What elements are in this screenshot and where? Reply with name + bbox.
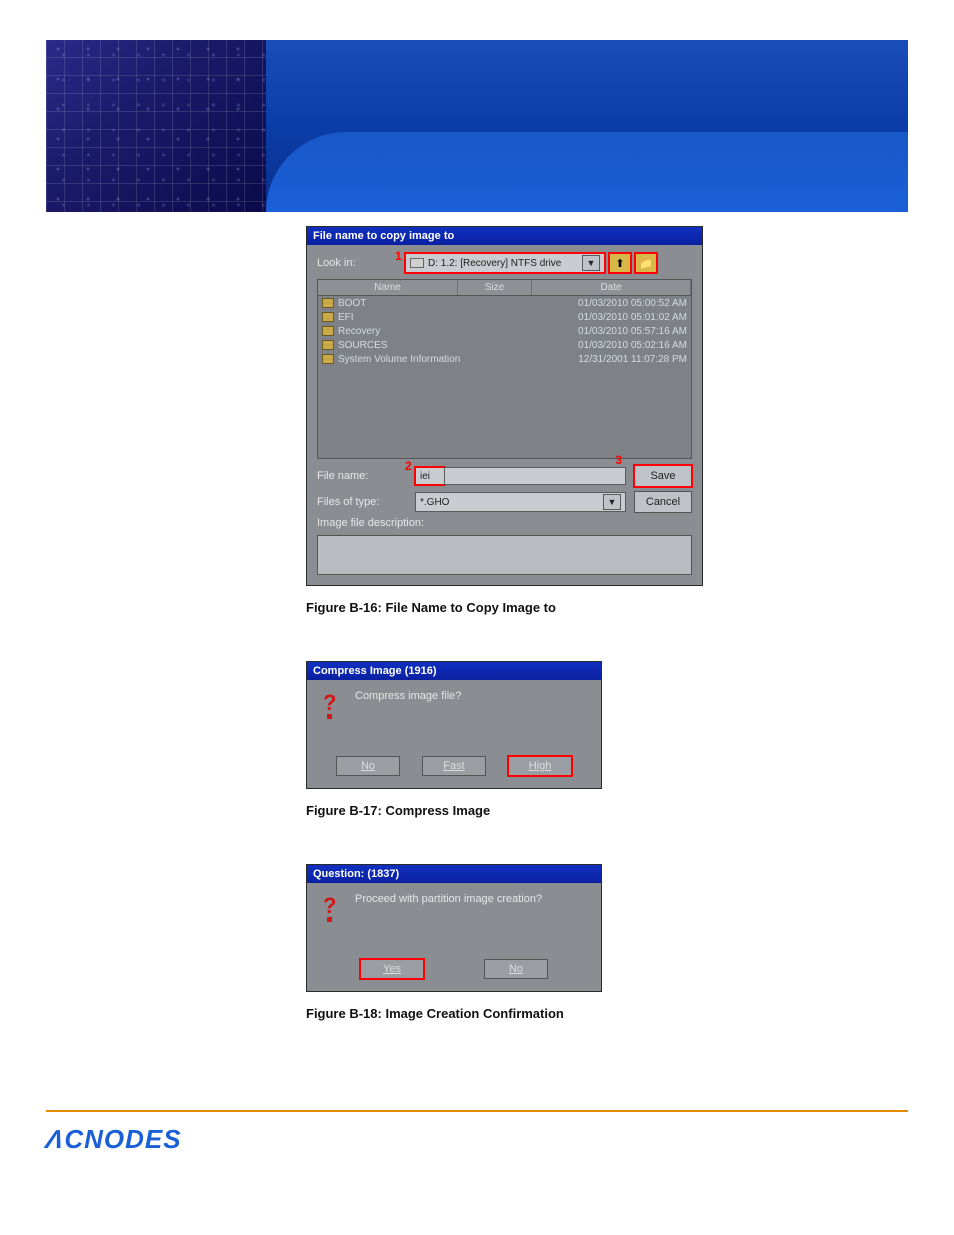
dialog-message: Proceed with partition image creation?	[355, 893, 542, 905]
col-date[interactable]: Date	[532, 280, 691, 295]
up-arrow-icon: ⬆	[615, 257, 624, 270]
col-name[interactable]: Name	[318, 280, 458, 295]
high-button[interactable]: High	[508, 756, 572, 776]
list-item[interactable]: BOOT01/03/2010 05:00:52 AM	[318, 296, 691, 310]
up-folder-button[interactable]: ⬆	[609, 253, 631, 273]
question-dialog: Question: (1837) ? Proceed with partitio…	[306, 864, 602, 992]
list-item[interactable]: SOURCES01/03/2010 05:02:16 AM	[318, 338, 691, 352]
list-item[interactable]: EFI01/03/2010 05:01:02 AM	[318, 310, 691, 324]
dropdown-arrow-icon[interactable]: ▼	[603, 494, 621, 510]
files-of-type-label: Files of type:	[317, 496, 415, 508]
brand-text: CNODES	[64, 1124, 181, 1155]
no-button[interactable]: No	[336, 756, 400, 776]
file-name-input[interactable]: iei	[415, 467, 445, 485]
files-of-type-dropdown[interactable]: *.GHO ▼	[415, 492, 626, 512]
callout-2: 2	[405, 459, 412, 473]
footer-divider	[46, 1110, 908, 1112]
look-in-label: Look in:	[317, 257, 405, 269]
callout-1: 1	[395, 249, 402, 263]
svg-text:?: ?	[323, 690, 336, 715]
folder-icon	[322, 354, 334, 364]
page-footer: ΛCNODES	[46, 1110, 908, 1155]
list-item[interactable]: System Volume Information12/31/2001 11:0…	[318, 352, 691, 366]
folder-icon	[322, 298, 334, 308]
yes-button[interactable]: Yes	[360, 959, 424, 979]
fast-button[interactable]: Fast	[422, 756, 486, 776]
save-button[interactable]: Save	[634, 465, 692, 487]
dialog-title: Question: (1837)	[313, 868, 399, 880]
file-list-header: Name Size Date	[318, 280, 691, 296]
dialog-title: Compress Image (1916)	[313, 665, 437, 677]
look-in-value: D: 1.2: [Recovery] NTFS drive	[428, 258, 561, 269]
question-icon: ?	[321, 690, 343, 720]
list-item[interactable]: Recovery01/03/2010 05:57:16 AM	[318, 324, 691, 338]
figure-caption: Figure B-18: Image Creation Confirmation	[306, 1006, 726, 1021]
dialog-message: Compress image file?	[355, 690, 461, 702]
question-icon: ?	[321, 893, 343, 923]
drive-icon	[410, 258, 424, 268]
image-description-label: Image file description:	[317, 517, 692, 529]
dialog-titlebar: Compress Image (1916)	[307, 662, 601, 680]
figure-caption: Figure B-17: Compress Image	[306, 803, 726, 818]
dialog-titlebar: Question: (1837)	[307, 865, 601, 883]
no-button[interactable]: No	[484, 959, 548, 979]
banner-swoosh	[266, 132, 908, 212]
folder-icon	[322, 326, 334, 336]
dialog-titlebar: File name to copy image to	[307, 227, 702, 245]
folder-icon: 📁	[639, 257, 653, 270]
folder-icon	[322, 340, 334, 350]
brand-logo: ΛCNODES	[46, 1124, 908, 1155]
dropdown-arrow-icon[interactable]: ▼	[582, 255, 600, 271]
image-description-box[interactable]	[317, 535, 692, 575]
file-name-input-rest[interactable]	[444, 467, 626, 485]
cancel-button[interactable]: Cancel	[634, 491, 692, 513]
circuit-board-image	[46, 40, 266, 212]
svg-text:?: ?	[323, 893, 336, 918]
brand-lambda-icon: Λ	[44, 1124, 67, 1155]
look-in-dropdown[interactable]: D: 1.2: [Recovery] NTFS drive ▼	[405, 253, 605, 273]
file-name-dialog: File name to copy image to Look in: 1 D:…	[306, 226, 703, 586]
file-list[interactable]: Name Size Date BOOT01/03/2010 05:00:52 A…	[317, 279, 692, 459]
col-size[interactable]: Size	[458, 280, 532, 295]
file-name-label: File name:	[317, 470, 415, 482]
new-folder-button[interactable]: 📁	[635, 253, 657, 273]
compress-image-dialog: Compress Image (1916) ? Compress image f…	[306, 661, 602, 789]
dialog-title: File name to copy image to	[313, 230, 454, 242]
callout-3: 3	[615, 453, 622, 467]
folder-icon	[322, 312, 334, 322]
header-banner	[46, 40, 908, 212]
figure-caption: Figure B-16: File Name to Copy Image to	[306, 600, 726, 615]
